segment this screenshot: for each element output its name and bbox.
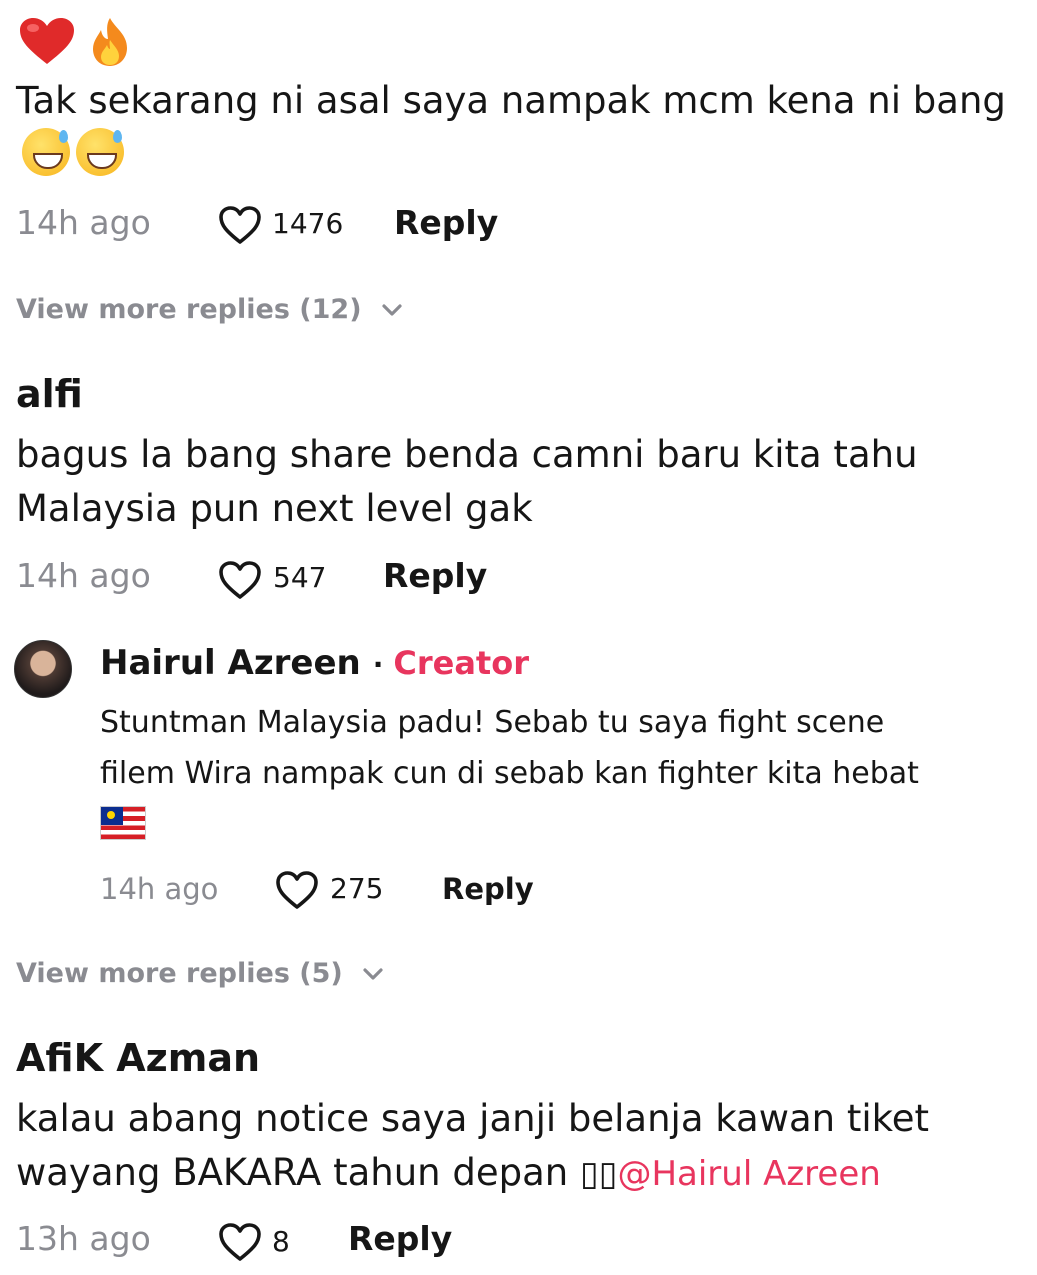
comments-screen: Tak sekarang ni asal saya nampak mcm ken…: [0, 0, 1037, 1275]
comment-text-line: bagus la bang share benda camni baru kit…: [16, 433, 918, 476]
comment-username[interactable]: AfiK Azman: [16, 1036, 260, 1080]
reply-username[interactable]: Hairul Azreen: [100, 643, 361, 683]
view-more-replies-button[interactable]: View more replies (12): [16, 294, 404, 325]
chevron-down-icon: [361, 966, 385, 982]
like-count: 275: [330, 872, 384, 905]
comment-text-line: Malaysia pun next level gak: [16, 487, 533, 530]
separator-dot: ·: [372, 648, 384, 681]
sweat-smile-emoji-icon: [76, 128, 124, 176]
reply-button[interactable]: Reply: [383, 556, 487, 595]
comment-username[interactable]: alfi: [16, 372, 83, 416]
view-more-replies-button[interactable]: View more replies (5): [16, 958, 385, 989]
avatar[interactable]: [14, 640, 72, 698]
chevron-down-icon: [380, 302, 404, 318]
unknown-glyphs: ▯▯: [580, 1154, 618, 1194]
malaysia-flag-icon: [100, 806, 146, 840]
comment-time: 14h ago: [16, 556, 151, 595]
reply-button[interactable]: Reply: [442, 872, 534, 906]
comment-text-content: wayang BAKARA tahun depan: [16, 1151, 581, 1194]
comment-time: 13h ago: [16, 1219, 151, 1258]
reply-time: 14h ago: [100, 872, 219, 906]
comment-text-content: Tak sekarang ni asal saya nampak mcm ken…: [16, 79, 1006, 122]
comment-time: 14h ago: [16, 203, 151, 242]
reply-text-line: Stuntman Malaysia padu! Sebab tu saya fi…: [100, 705, 885, 740]
reply-button[interactable]: Reply: [394, 203, 498, 242]
comment-text-line: kalau abang notice saya janji belanja ka…: [16, 1097, 930, 1140]
reaction-emojis: [18, 16, 133, 68]
reply-text-line: filem Wira nampak cun di sebab kan fight…: [100, 756, 919, 791]
heart-emoji-icon: [20, 18, 74, 64]
fire-emoji-icon: [93, 18, 128, 66]
like-heart-icon[interactable]: [218, 560, 262, 600]
like-count: 1476: [272, 207, 344, 240]
like-count: 8: [272, 1225, 290, 1258]
creator-reply-header: Hairul Azreen · Creator: [100, 643, 529, 683]
like-heart-icon[interactable]: [275, 870, 319, 910]
view-more-label: View more replies (12): [16, 294, 362, 325]
mention-link[interactable]: @Hairul Azreen: [617, 1154, 880, 1194]
comment-text-line: wayang BAKARA tahun depan ▯▯@Hairul Azre…: [16, 1146, 881, 1201]
view-more-label: View more replies (5): [16, 958, 343, 989]
like-heart-icon[interactable]: [218, 1222, 262, 1262]
like-heart-icon[interactable]: [218, 205, 262, 245]
creator-badge: Creator: [393, 644, 529, 682]
comment-text: Tak sekarang ni asal saya nampak mcm ken…: [16, 74, 1016, 183]
sweat-smile-emoji-icon: [22, 128, 70, 176]
reply-button[interactable]: Reply: [348, 1219, 452, 1258]
like-count: 547: [273, 561, 327, 594]
